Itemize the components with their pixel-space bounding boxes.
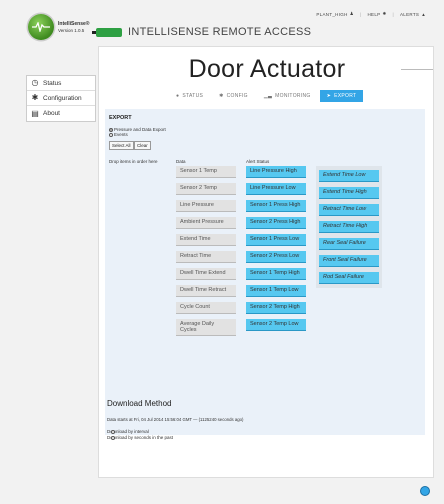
download-method-title: Download Method bbox=[107, 399, 172, 408]
battery-status-icon bbox=[92, 27, 122, 37]
bell-icon: ▲ bbox=[421, 11, 426, 17]
sidebar: ◷ Status ✱ Configuration ▤ About bbox=[26, 75, 96, 122]
plant-link[interactable]: PLANT_HIGH ♟ bbox=[316, 11, 354, 17]
download-by-seconds-radio[interactable]: Download by seconds in the past bbox=[107, 435, 173, 440]
alert-chip[interactable]: Sensor 1 Temp Low bbox=[246, 285, 306, 297]
gear-icon: ✱ bbox=[31, 93, 39, 102]
alert-items-list-extra: Extend Time Low Extend Time High Retract… bbox=[316, 166, 382, 288]
radio-selected-icon bbox=[109, 127, 113, 132]
sidebar-item-label: About bbox=[43, 110, 60, 117]
top-links: PLANT_HIGH ♟ | HELP ✸ | ALERTS ▲ bbox=[316, 11, 426, 17]
logo-text: IntelliSense® Version 1.0.5 bbox=[58, 21, 89, 33]
main-panel: Door Actuator ● STATUS ✱ CONFIG ▁▃ MONIT… bbox=[98, 46, 434, 478]
radio-unselected-icon bbox=[111, 435, 115, 440]
alert-items-list: Line Pressure High Line Pressure Low Sen… bbox=[246, 166, 306, 331]
alert-chip[interactable]: Line Pressure High bbox=[246, 166, 306, 178]
data-chip[interactable]: Sensor 1 Temp bbox=[176, 166, 236, 178]
drop-zone-label: Drop items in order here bbox=[109, 159, 158, 164]
separator: | bbox=[392, 11, 394, 17]
select-all-button[interactable]: Select All bbox=[109, 141, 134, 150]
help-link-label: HELP bbox=[367, 11, 381, 17]
tab-label: STATUS bbox=[182, 93, 204, 99]
export-section: EXPORT Pressure and Data Export Events S… bbox=[105, 109, 425, 435]
alert-chip[interactable]: Sensor 1 Press Low bbox=[246, 234, 306, 246]
data-items-list: Sensor 1 Temp Sensor 2 Temp Line Pressur… bbox=[176, 166, 236, 336]
alert-chip[interactable]: Sensor 2 Temp High bbox=[246, 302, 306, 314]
clear-button[interactable]: Clear bbox=[134, 141, 151, 150]
tab-status[interactable]: ● STATUS bbox=[169, 90, 210, 102]
compass-icon: ✸ bbox=[382, 11, 387, 16]
data-column-label: Data bbox=[176, 159, 186, 164]
data-chip[interactable]: Line Pressure bbox=[176, 200, 236, 212]
tab-bar: ● STATUS ✱ CONFIG ▁▃ MONITORING ➤ EXPORT bbox=[169, 90, 364, 102]
sidebar-item-label: Configuration bbox=[43, 94, 82, 102]
events-radio[interactable]: Events bbox=[109, 132, 128, 137]
brand-header: INTELLISENSE REMOTE ACCESS bbox=[92, 26, 312, 38]
data-chip[interactable]: Sensor 2 Temp bbox=[176, 183, 236, 195]
data-chip[interactable]: Extend Time bbox=[176, 234, 236, 246]
title-divider bbox=[401, 69, 433, 70]
alert-chip[interactable]: Line Pressure Low bbox=[246, 183, 306, 195]
tab-label: MONITORING bbox=[275, 93, 311, 99]
alert-chip[interactable]: Rod Seal Failure bbox=[319, 272, 379, 284]
radio-unselected-icon bbox=[109, 132, 113, 137]
data-chip[interactable]: Ambient Pressure bbox=[176, 217, 236, 229]
chart-icon: ▁▃ bbox=[263, 93, 273, 99]
data-chip[interactable]: Average Daily Cycles bbox=[176, 319, 236, 336]
sidebar-item-configuration[interactable]: ✱ Configuration bbox=[27, 91, 95, 106]
alert-chip[interactable]: Sensor 1 Press High bbox=[246, 200, 306, 212]
alert-chip[interactable]: Retract Time High bbox=[319, 221, 379, 233]
alert-chip[interactable]: Rear Seal Failure bbox=[319, 238, 379, 250]
chat-help-icon[interactable] bbox=[420, 486, 430, 496]
logo[interactable]: IntelliSense® Version 1.0.5 bbox=[28, 14, 89, 40]
alert-chip[interactable]: Sensor 2 Temp Low bbox=[246, 319, 306, 331]
person-icon: ♟ bbox=[349, 11, 354, 16]
section-title: EXPORT bbox=[109, 115, 132, 121]
brand-title: INTELLISENSE REMOTE ACCESS bbox=[128, 26, 312, 38]
page-title: Door Actuator bbox=[188, 55, 346, 83]
clock-icon: ◷ bbox=[31, 78, 39, 87]
heartbeat-logo-icon bbox=[28, 14, 54, 40]
sidebar-item-about[interactable]: ▤ About bbox=[27, 106, 95, 121]
separator: | bbox=[359, 11, 362, 17]
alerts-link[interactable]: ALERTS ▲ bbox=[400, 11, 426, 17]
logo-name: IntelliSense® bbox=[58, 21, 90, 27]
logo-version: Version 1.0.5 bbox=[58, 27, 85, 33]
plant-link-label: PLANT_HIGH bbox=[316, 11, 348, 17]
data-chip[interactable]: Cycle Count bbox=[176, 302, 236, 314]
alert-chip[interactable]: Sensor 2 Press High bbox=[246, 217, 306, 229]
tab-label: EXPORT bbox=[334, 93, 357, 99]
alert-chip[interactable]: Extend Time Low bbox=[319, 170, 379, 182]
tab-monitoring[interactable]: ▁▃ MONITORING bbox=[257, 90, 318, 102]
dot-icon: ● bbox=[176, 93, 180, 99]
data-chip[interactable]: Dwell Time Retract bbox=[176, 285, 236, 297]
drop-zone[interactable] bbox=[109, 166, 169, 436]
alert-column-label: Alert Status bbox=[246, 159, 270, 164]
data-chip[interactable]: Dwell Time Extend bbox=[176, 268, 236, 280]
radio-label: Events bbox=[114, 132, 128, 137]
radio-label: Download by seconds in the past bbox=[107, 435, 174, 440]
tab-config[interactable]: ✱ CONFIG bbox=[212, 90, 255, 102]
alert-chip[interactable]: Front Seal Failure bbox=[319, 255, 379, 267]
help-link[interactable]: HELP ✸ bbox=[367, 11, 386, 17]
sidebar-item-label: Status bbox=[43, 79, 62, 87]
sidebar-item-status[interactable]: ◷ Status bbox=[27, 76, 95, 91]
download-by-interval-radio[interactable]: Download by interval bbox=[107, 429, 149, 434]
tab-export[interactable]: ➤ EXPORT bbox=[319, 90, 364, 102]
data-start-info: Data starts at Fri, 04 Jul 2014 15:56:04… bbox=[107, 417, 244, 422]
document-icon: ▤ bbox=[31, 108, 39, 118]
export-icon: ➤ bbox=[326, 93, 332, 99]
data-chip[interactable]: Retract Time bbox=[176, 251, 236, 263]
alert-chip[interactable]: Sensor 1 Temp High bbox=[246, 268, 306, 280]
radio-unselected-icon bbox=[111, 429, 115, 434]
gear-icon: ✱ bbox=[219, 93, 224, 99]
alerts-link-label: ALERTS bbox=[400, 11, 420, 17]
alert-chip[interactable]: Extend Time High bbox=[319, 187, 379, 199]
alert-chip[interactable]: Sensor 2 Press Low bbox=[246, 251, 306, 263]
tab-label: CONFIG bbox=[226, 93, 248, 99]
alert-chip[interactable]: Retract Time Low bbox=[319, 204, 379, 216]
